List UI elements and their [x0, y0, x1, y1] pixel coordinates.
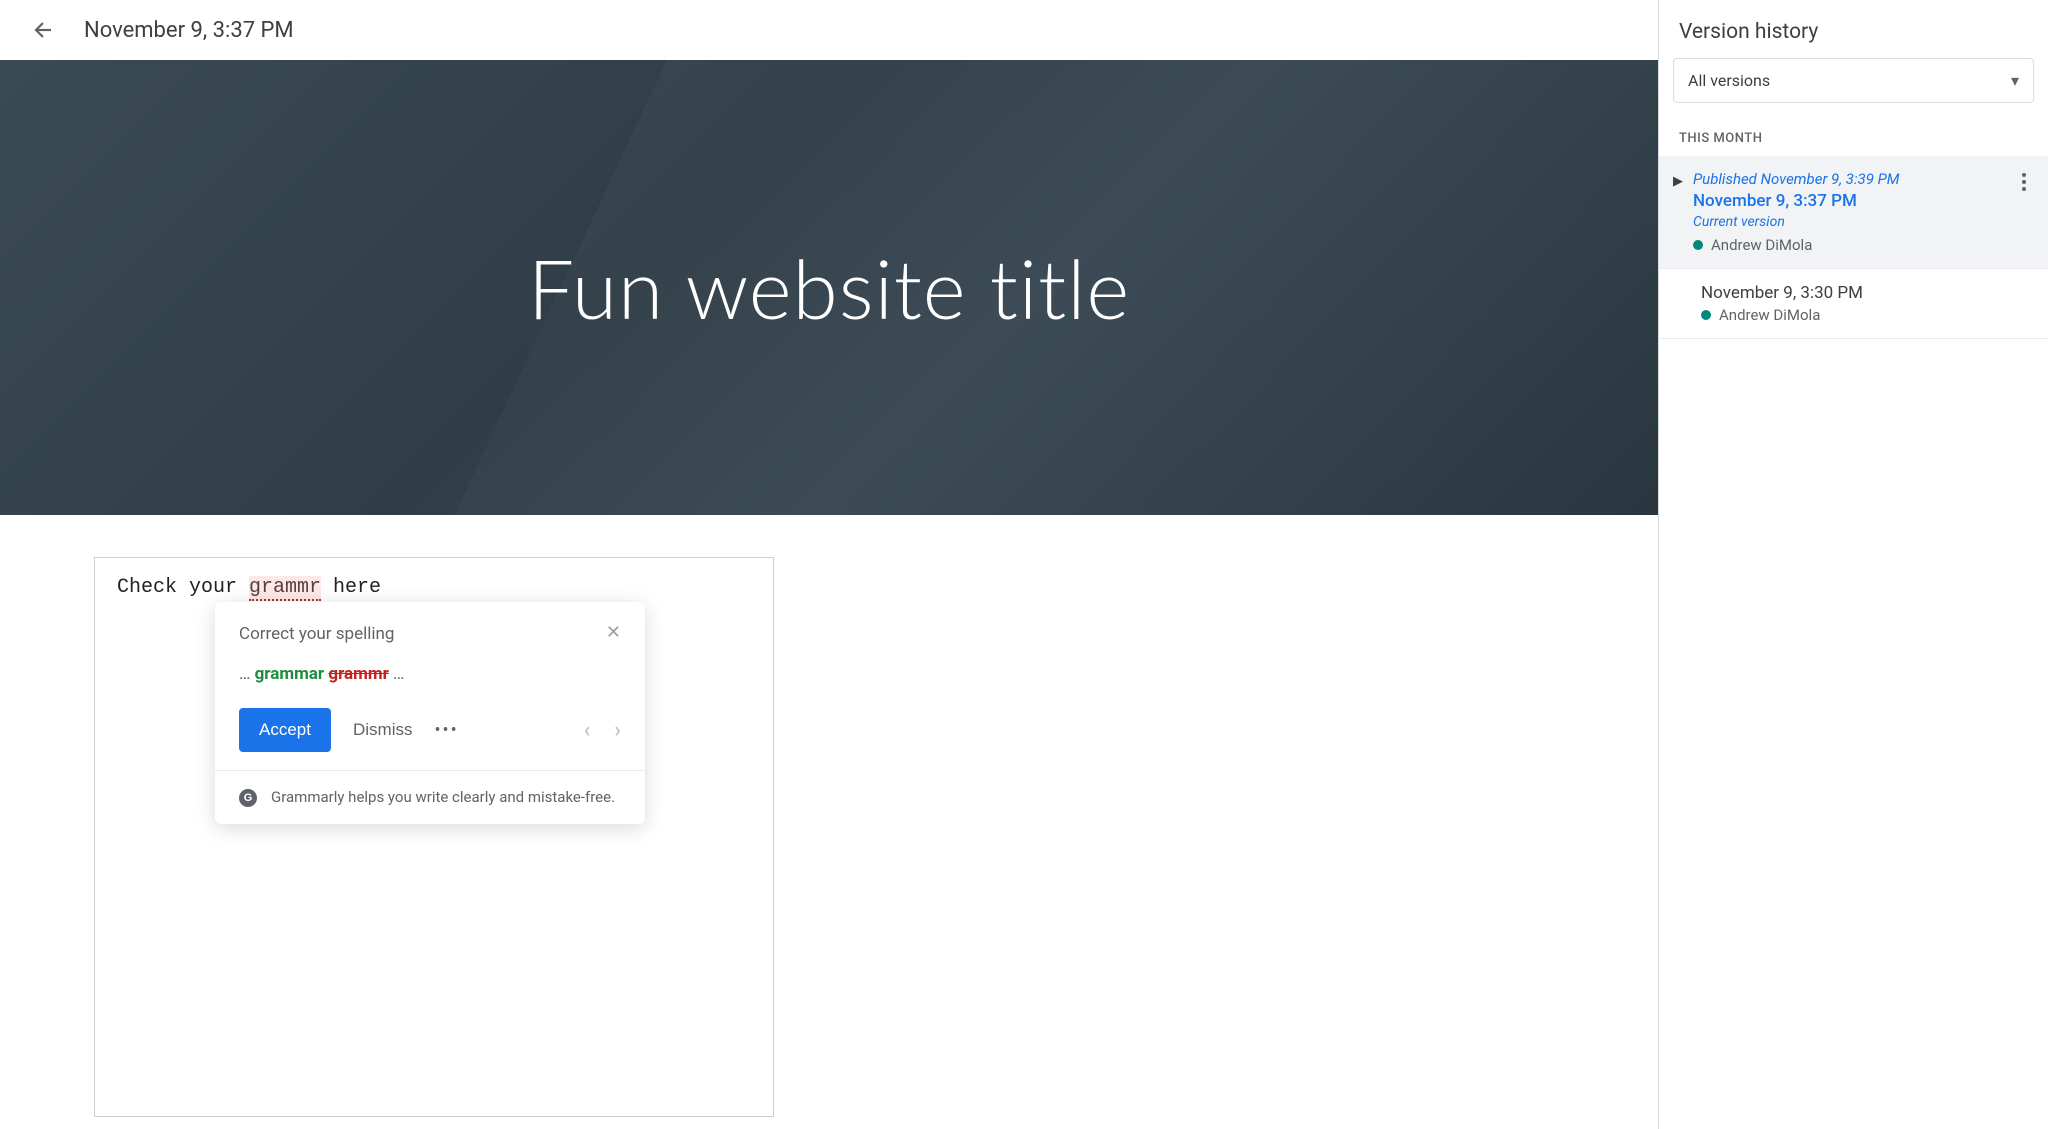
- section-label: THIS MONTH: [1659, 119, 2048, 156]
- chevron-down-icon: ▾: [2011, 71, 2019, 90]
- author-line: Andrew DiMola: [1693, 236, 2032, 254]
- close-icon[interactable]: ✕: [606, 624, 621, 642]
- back-button[interactable]: [24, 10, 64, 50]
- accept-button[interactable]: Accept: [239, 708, 331, 752]
- ellipsis-post: …: [389, 664, 405, 684]
- published-label: Published November 9, 3:39 PM: [1693, 170, 2032, 188]
- main-area: November 9, 3:37 PM Fun website title Ch…: [0, 0, 1658, 1129]
- top-bar: November 9, 3:37 PM: [0, 0, 1658, 60]
- canvas: Fun website title Check your grammr here…: [0, 60, 1658, 1129]
- author-color-dot: [1693, 240, 1703, 250]
- content-wrap: Check your grammr here Correct your spel…: [0, 515, 1658, 1129]
- version-filter-dropdown[interactable]: All versions ▾: [1673, 58, 2034, 103]
- author-color-dot: [1701, 310, 1711, 320]
- suggestion-old: grammr: [328, 664, 388, 684]
- popup-footer-text: Grammarly helps you write clearly and mi…: [271, 787, 615, 808]
- version-item-menu[interactable]: [2012, 170, 2036, 194]
- filter-label: All versions: [1688, 71, 1770, 90]
- version-item-current[interactable]: ▶ Published November 9, 3:39 PM November…: [1659, 156, 2048, 269]
- popup-title: Correct your spelling: [239, 624, 394, 644]
- popup-body: … grammar grammr … Accept Dismiss ••• ‹ …: [215, 658, 645, 770]
- author-name: Andrew DiMola: [1711, 236, 1812, 254]
- content-box[interactable]: Check your grammr here Correct your spel…: [94, 557, 774, 1117]
- sidebar-header: Version history: [1659, 0, 2048, 58]
- grammarly-logo-icon: G: [239, 789, 257, 807]
- author-line: Andrew DiMola: [1701, 306, 2032, 324]
- suggestion-line: … grammar grammr …: [239, 664, 621, 684]
- version-title: November 9, 3:30 PM: [1701, 283, 2032, 303]
- author-name: Andrew DiMola: [1719, 306, 1820, 324]
- grammarly-popup: Correct your spelling ✕ … grammar grammr…: [215, 602, 645, 824]
- popup-actions: Accept Dismiss ••• ‹ ›: [239, 708, 621, 752]
- version-title: November 9, 3:37 PM: [1693, 191, 2032, 211]
- ellipsis-pre: …: [239, 664, 255, 684]
- hero-banner: Fun website title: [0, 60, 1658, 515]
- suggestion-new: grammar: [255, 664, 325, 684]
- more-icon[interactable]: •••: [434, 720, 458, 741]
- expand-caret-icon[interactable]: ▶: [1673, 174, 1685, 189]
- version-history-sidebar: Version history All versions ▾ THIS MONT…: [1658, 0, 2048, 1129]
- text-suffix: here: [321, 576, 381, 599]
- next-suggestion-icon[interactable]: ›: [614, 718, 621, 743]
- page-title: November 9, 3:37 PM: [84, 18, 294, 43]
- nav-arrows: ‹ ›: [584, 718, 621, 743]
- popup-footer: G Grammarly helps you write clearly and …: [215, 770, 645, 824]
- misspelled-word[interactable]: grammr: [249, 576, 321, 601]
- current-version-label: Current version: [1693, 214, 2032, 230]
- prev-suggestion-icon[interactable]: ‹: [584, 718, 591, 743]
- arrow-left-icon: [32, 18, 56, 42]
- hero-title: Fun website title: [528, 239, 1130, 337]
- text-prefix: Check your: [117, 576, 249, 599]
- dismiss-button[interactable]: Dismiss: [353, 720, 413, 740]
- version-item[interactable]: November 9, 3:30 PM Andrew DiMola: [1659, 269, 2048, 339]
- popup-header: Correct your spelling ✕: [215, 602, 645, 658]
